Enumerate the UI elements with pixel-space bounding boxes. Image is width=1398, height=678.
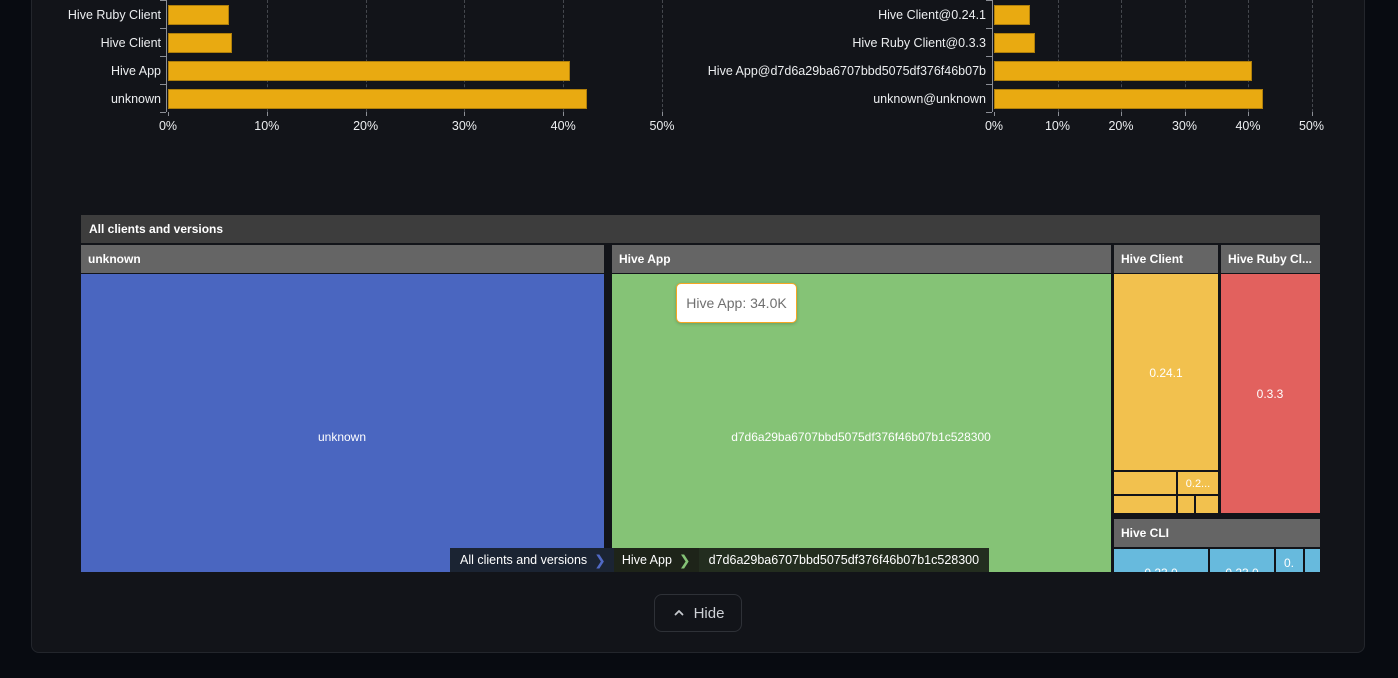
treemap-block-label: 0. (1284, 556, 1294, 570)
axis-tick (1058, 112, 1059, 116)
axis-tick (986, 28, 992, 29)
treemap-block-label: 0.3.3 (1257, 387, 1284, 401)
category-label: Hive Client@0.24.1 (646, 5, 986, 25)
axis-tick (994, 112, 995, 116)
treemap-block-hive-client-sub[interactable] (1178, 496, 1194, 513)
treemap-header-hive-app[interactable]: Hive App (612, 245, 1111, 273)
x-tick-label: 20% (1091, 119, 1151, 133)
chevron-right-icon: ❯ (679, 548, 691, 572)
treemap-block-label: 0.23.0 (1225, 566, 1258, 572)
clients-treemap: All clients and versions unknown unknown… (81, 214, 1320, 572)
treemap-root-title[interactable]: All clients and versions (81, 215, 1320, 243)
breadcrumb-item-root[interactable]: All clients and versions ❯ (450, 548, 614, 572)
axis-tick (986, 0, 992, 1)
x-tick-label: 40% (1218, 119, 1278, 133)
axis-tick (1121, 112, 1122, 116)
axis-tick (1185, 112, 1186, 116)
chevron-up-icon (672, 606, 686, 620)
y-axis-line (992, 0, 993, 112)
treemap-header-hive-cli[interactable]: Hive CLI (1114, 519, 1320, 547)
axis-tick (986, 56, 992, 57)
treemap-block-unknown[interactable] (81, 274, 604, 572)
axis-tick (986, 112, 992, 113)
tooltip: Hive App: 34.0K (676, 283, 797, 323)
category-label: unknown@unknown (646, 89, 986, 109)
breadcrumb-label: d7d6a29ba6707bbd5075df376f46b07b1c528300 (709, 553, 979, 567)
axis-tick (1248, 112, 1249, 116)
treemap-block-label: 0.23.0 (1144, 566, 1177, 572)
breadcrumb-label: Hive App (622, 553, 672, 567)
chevron-right-icon: ❯ (594, 548, 606, 572)
treemap-block-hive-client-sub[interactable] (1114, 496, 1176, 513)
breadcrumb-label: All clients and versions (460, 553, 587, 567)
x-tick-label: 50% (1282, 119, 1342, 133)
x-tick-label: 0% (964, 119, 1024, 133)
bar-hive-app-d7d6a29ba6707bbd5075df376f46b07b[interactable] (994, 61, 1252, 81)
treemap-block-label: 0.2... (1186, 478, 1210, 490)
treemap-block-hive-cli[interactable] (1305, 549, 1320, 572)
bar-hive-ruby-client-0-3-3[interactable] (994, 33, 1035, 53)
treemap-header-hive-ruby-client[interactable]: Hive Ruby Cl... (1221, 245, 1320, 273)
hide-button-label: Hide (694, 605, 725, 622)
treemap-header-hive-client[interactable]: Hive Client (1114, 245, 1218, 273)
category-label: Hive App@d7d6a29ba6707bbd5075df376f46b07… (646, 61, 986, 81)
bar-unknown-unknown[interactable] (994, 89, 1263, 109)
gridline (1312, 0, 1313, 112)
treemap-header-unknown[interactable]: unknown (81, 245, 604, 273)
breadcrumb-item-hive-app[interactable]: Hive App ❯ (614, 548, 699, 572)
hide-button[interactable]: Hide (654, 594, 742, 632)
category-label: Hive Ruby Client@0.3.3 (646, 33, 986, 53)
treemap-block-label: unknown (318, 430, 366, 444)
axis-tick (1312, 112, 1313, 116)
breadcrumb-item-version-hash[interactable]: d7d6a29ba6707bbd5075df376f46b07b1c528300 (699, 548, 989, 572)
x-tick-label: 10% (1028, 119, 1088, 133)
treemap-block-hive-client-sub[interactable] (1114, 472, 1176, 494)
treemap-block-label: 0.24.1 (1149, 366, 1182, 380)
treemap-block-hive-client-sub[interactable] (1196, 496, 1218, 513)
treemap-block-label: d7d6a29ba6707bbd5075df376f46b07b1c528300 (731, 430, 991, 444)
bar-hive-client-0-24-1[interactable] (994, 5, 1030, 25)
axis-tick (986, 84, 992, 85)
x-tick-label: 30% (1155, 119, 1215, 133)
treemap-breadcrumb: All clients and versions ❯ Hive App ❯ d7… (450, 548, 989, 572)
